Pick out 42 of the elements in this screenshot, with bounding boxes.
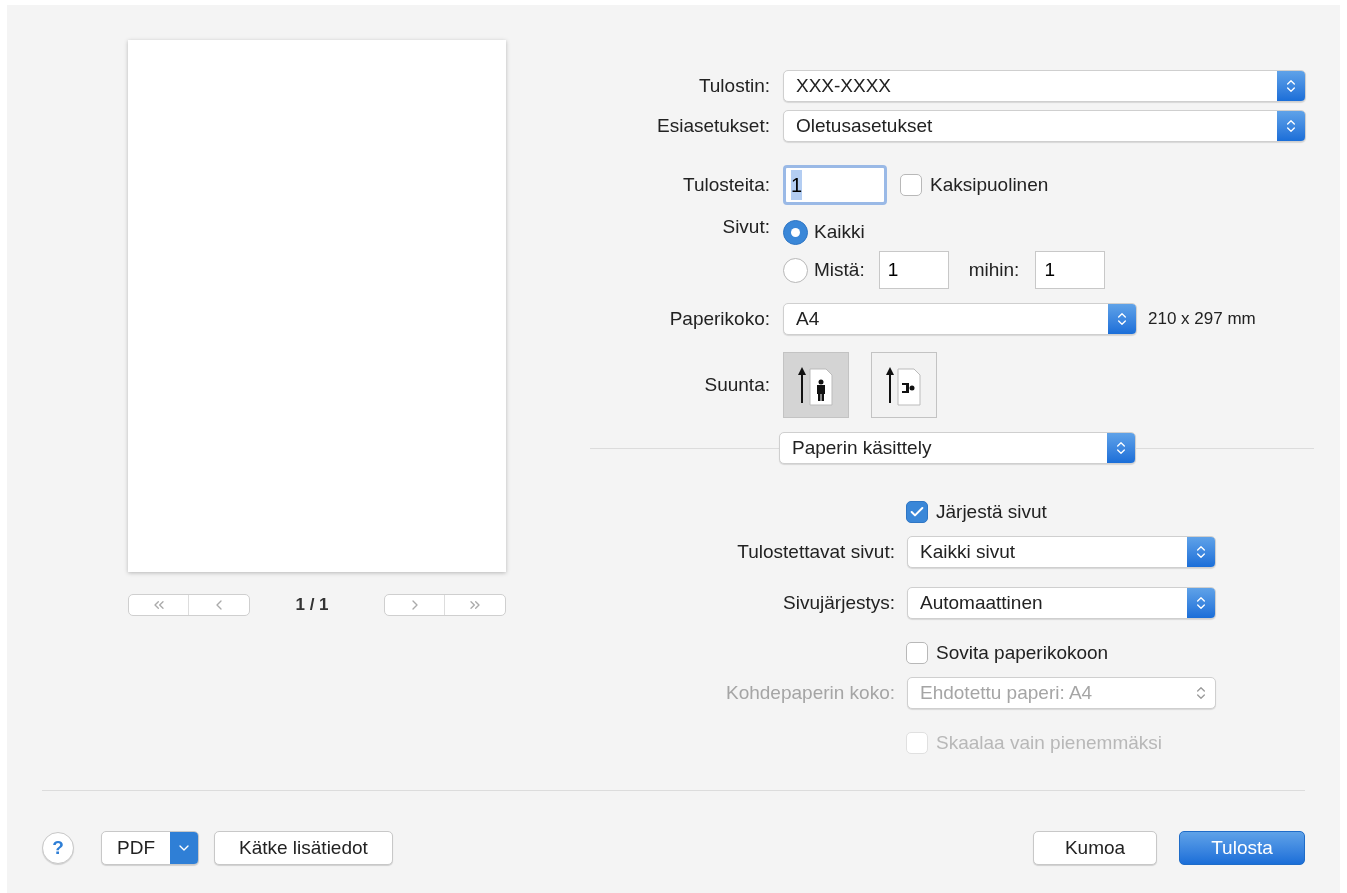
popup-button[interactable]: Paperin käsittely xyxy=(779,432,1136,464)
popup-button[interactable]: Oletusasetukset xyxy=(783,110,1306,142)
checkbox-label: Kaksipuolinen xyxy=(930,172,1049,197)
radio-label: Kaikki xyxy=(814,219,865,244)
to-field[interactable]: 1 xyxy=(1035,251,1106,289)
field-label: Paperikoko: xyxy=(668,306,770,331)
popup-button[interactable]: Automaattinen xyxy=(907,587,1216,619)
checkbox[interactable] xyxy=(900,174,922,196)
checkbox-label: Järjestä sivut xyxy=(936,499,1047,524)
paper-dimensions: 210 x 297 mm xyxy=(1148,308,1256,331)
field-label: Tulosteita: xyxy=(682,172,770,197)
print-button[interactable]: Tulosta xyxy=(1179,831,1305,865)
pdf-menu-button[interactable]: PDF xyxy=(101,831,199,865)
pager-back-control[interactable] xyxy=(128,593,250,616)
chevron-down-icon xyxy=(170,832,198,864)
copies-field[interactable]: 1 xyxy=(783,165,887,205)
field-label: Kohdepaperin koko: xyxy=(725,680,895,705)
field-label: Sivujärjestys: xyxy=(782,590,895,615)
popup-button[interactable]: XXX-XXXX xyxy=(783,70,1306,102)
radio-label: Mistä: xyxy=(814,257,865,282)
field-label: Tulostettavat sivut: xyxy=(736,539,895,564)
checkbox-label: Sovita paperikokoon xyxy=(936,640,1109,665)
help-button[interactable]: ? xyxy=(42,832,74,864)
orientation-button[interactable] xyxy=(783,352,849,418)
radio-button[interactable] xyxy=(783,257,808,283)
page-indicator: 1 / 1 xyxy=(294,594,330,616)
radio-button[interactable] xyxy=(783,219,808,245)
cancel-button[interactable]: Kumoa xyxy=(1033,831,1157,865)
field-label: mihin: xyxy=(968,257,1020,282)
popup-button[interactable]: Kaikki sivut xyxy=(907,536,1216,568)
field-label: Tulostin: xyxy=(697,73,770,98)
field-label: Sivut: xyxy=(721,215,770,239)
field-label: Suunta: xyxy=(703,372,770,397)
hide-details-button[interactable]: Kätke lisätiedot xyxy=(214,831,393,865)
checkbox[interactable] xyxy=(906,501,928,523)
orientation-button[interactable] xyxy=(871,352,937,418)
pager-forward-control[interactable] xyxy=(384,593,506,616)
field-label: Esiasetukset: xyxy=(656,113,770,138)
checkbox[interactable] xyxy=(906,642,928,664)
from-field[interactable]: 1 xyxy=(878,251,949,289)
popup-button[interactable]: A4 xyxy=(783,303,1137,335)
checkbox-label: Skaalaa vain pienemmäksi xyxy=(936,730,1162,755)
